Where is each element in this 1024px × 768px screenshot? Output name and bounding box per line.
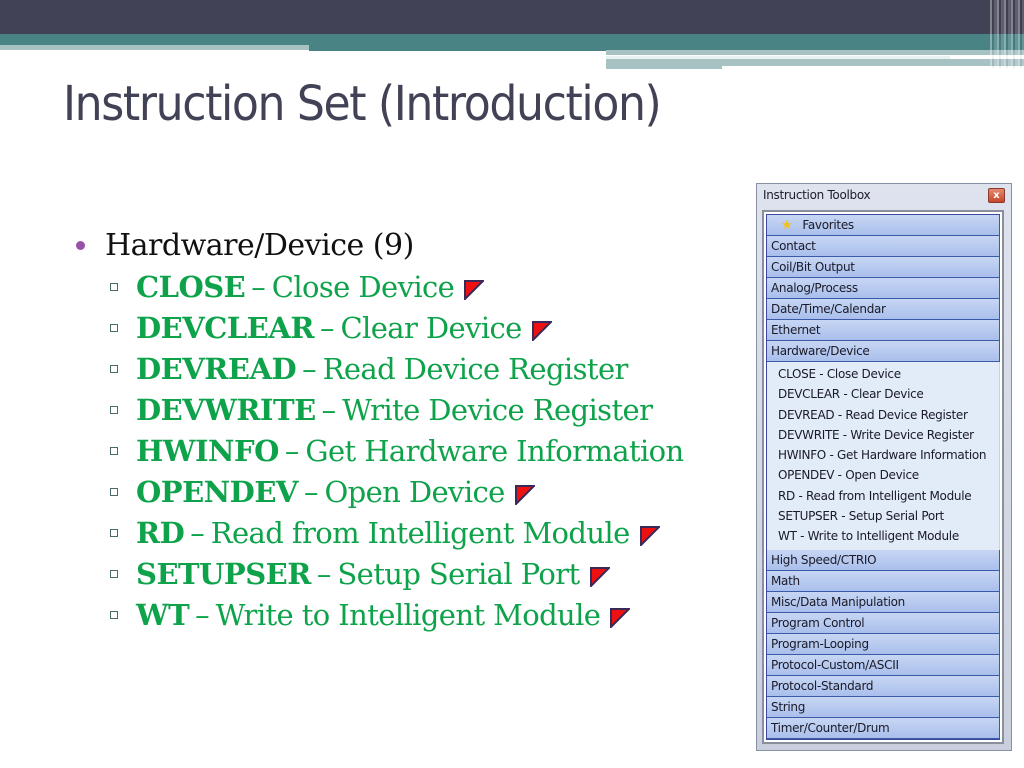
instruction-item: SETUPSER – Setup Serial Port: [110, 553, 684, 594]
instruction-code: DEVCLEAR: [136, 310, 314, 345]
category-string[interactable]: String: [767, 696, 1000, 718]
red-flag-icon: [514, 478, 537, 506]
instruction-description: Open Device: [324, 474, 505, 509]
toolbox-panel: ★ Favorites Contact Coil/Bit Output Analog/…: [762, 210, 1004, 744]
dash-separator: –: [321, 392, 337, 427]
square-bullet-icon: [110, 446, 118, 455]
instruction-code: DEVWRITE: [136, 392, 316, 427]
toolbox-instruction-item[interactable]: SETUPSER - Setup Serial Port: [767, 506, 999, 526]
dash-separator: –: [195, 597, 210, 632]
dash-separator: –: [284, 433, 300, 468]
category-contact[interactable]: Contact: [767, 236, 1000, 257]
header-band-dark: [0, 0, 1024, 34]
header-band-teal: [0, 34, 1024, 45]
instruction-list: CLOSE – Close Device DEVCLEAR – Clear Device D…: [72, 266, 684, 635]
dash-separator: –: [302, 351, 317, 386]
dash-separator: –: [190, 515, 205, 550]
square-bullet-icon: [110, 569, 118, 578]
instruction-description: Clear Device: [340, 310, 522, 345]
header-band-right-light: [606, 50, 1024, 55]
toolbox-instruction-item[interactable]: HWINFO - Get Hardware Information: [767, 445, 999, 465]
square-bullet-icon: [110, 528, 118, 537]
red-flag-icon: [464, 273, 486, 301]
instruction-description: Write Device Register: [342, 392, 653, 427]
header-vertical-stripes: [990, 0, 1024, 68]
dash-separator: –: [303, 474, 319, 509]
header-band-light-left: [0, 45, 309, 50]
category-coil-bit-output[interactable]: Coil/Bit Output: [767, 257, 1000, 278]
instruction-code: WT: [136, 597, 190, 632]
square-bullet-icon: [110, 364, 118, 373]
category-date-time-calendar[interactable]: Date/Time/Calendar: [767, 299, 1000, 320]
instruction-description: Get Hardware Information: [305, 433, 684, 468]
instruction-code: RD: [136, 515, 185, 550]
category-program-looping[interactable]: Program-Looping: [767, 633, 1000, 655]
toolbox-category-list: ★ Favorites Contact Coil/Bit Output Analog/…: [766, 214, 1000, 740]
square-bullet-icon: [110, 487, 118, 496]
category-analog-process[interactable]: Analog/Process: [767, 278, 1000, 299]
square-bullet-icon: [110, 323, 118, 332]
instruction-description: Read Device Register: [322, 351, 629, 386]
header-band-white-line: [606, 56, 950, 59]
toolbox-instruction-item[interactable]: DEVREAD - Read Device Register: [767, 405, 999, 425]
toolbox-instruction-item[interactable]: RD - Read from Intelligent Module: [767, 486, 999, 506]
slide-content: Hardware/Device (9) CLOSE – Close Device DE…: [72, 224, 684, 635]
instruction-item: DEVREAD – Read Device Register: [110, 348, 684, 389]
category-timer-counter-drum[interactable]: Timer/Counter/Drum: [767, 717, 1000, 739]
category-high-speed-ctrio[interactable]: High Speed/CTRIO: [767, 549, 1000, 571]
instruction-description: Write to Intelligent Module: [215, 597, 601, 632]
dash-separator: –: [316, 556, 332, 591]
dash-separator: –: [319, 310, 335, 345]
instruction-item: WT – Write to Intelligent Module: [110, 594, 684, 635]
toolbox-title: Instruction Toolbox: [763, 188, 871, 202]
category-protocol-standard[interactable]: Protocol-Standard: [767, 675, 1000, 697]
instruction-item: CLOSE – Close Device: [110, 266, 684, 307]
expanded-hardware-device-list: CLOSE - Close Device DEVCLEAR - Clear Dev…: [767, 362, 1000, 550]
close-button[interactable]: x: [988, 188, 1005, 203]
close-icon: x: [993, 190, 1000, 201]
category-favorites[interactable]: ★ Favorites: [767, 215, 1000, 236]
category-protocol-custom-ascii[interactable]: Protocol-Custom/ASCII: [767, 654, 1000, 676]
star-icon: ★: [781, 218, 793, 233]
bullet-hardware-device: Hardware/Device (9): [72, 224, 684, 266]
toolbox-instruction-item[interactable]: WT - Write to Intelligent Module: [767, 526, 999, 546]
category-misc-data-manipulation[interactable]: Misc/Data Manipulation: [767, 591, 1000, 613]
red-flag-icon: [531, 314, 554, 342]
category-math[interactable]: Math: [767, 570, 1000, 592]
square-bullet-icon: [110, 610, 118, 619]
square-bullet-icon: [110, 282, 118, 291]
toolbox-instruction-item[interactable]: DEVWRITE - Write Device Register: [767, 425, 999, 445]
instruction-toolbox-window: Instruction Toolbox x ★ Favorites Contact…: [756, 183, 1012, 751]
instruction-description: Close Device: [271, 269, 455, 304]
slide-title: Instruction Set (Introduction): [63, 76, 662, 132]
instruction-item: OPENDEV – Open Device: [110, 471, 684, 512]
instruction-code: CLOSE: [136, 269, 246, 304]
category-hardware-device[interactable]: Hardware/Device: [767, 341, 1000, 362]
instruction-code: HWINFO: [136, 433, 279, 468]
category-label: Favorites: [802, 218, 854, 232]
instruction-description: Setup Serial Port: [337, 556, 580, 591]
toolbox-instruction-item[interactable]: CLOSE - Close Device: [767, 364, 999, 384]
instruction-description: Read from Intelligent Module: [210, 515, 631, 550]
bullet-dot-icon: [76, 240, 85, 250]
toolbox-instruction-item[interactable]: DEVCLEAR - Clear Device: [767, 384, 999, 404]
instruction-item: DEVCLEAR – Clear Device: [110, 307, 684, 348]
toolbox-instruction-item[interactable]: OPENDEV - Open Device: [767, 465, 999, 485]
red-flag-icon: [610, 601, 632, 629]
instruction-item: RD – Read from Intelligent Module: [110, 512, 684, 553]
dash-separator: –: [251, 269, 266, 304]
category-ethernet[interactable]: Ethernet: [767, 320, 1000, 341]
bullet-text: Hardware/Device (9): [105, 227, 414, 263]
instruction-code: DEVREAD: [136, 351, 297, 386]
red-flag-icon: [639, 519, 662, 547]
header-band-cutout: [722, 66, 1024, 69]
instruction-code: OPENDEV: [136, 474, 298, 509]
instruction-code: SETUPSER: [136, 556, 311, 591]
category-program-control[interactable]: Program Control: [767, 612, 1000, 634]
red-flag-icon: [589, 560, 612, 588]
instruction-item: HWINFO – Get Hardware Information: [110, 430, 684, 471]
instruction-item: DEVWRITE – Write Device Register: [110, 389, 684, 430]
square-bullet-icon: [110, 405, 118, 414]
